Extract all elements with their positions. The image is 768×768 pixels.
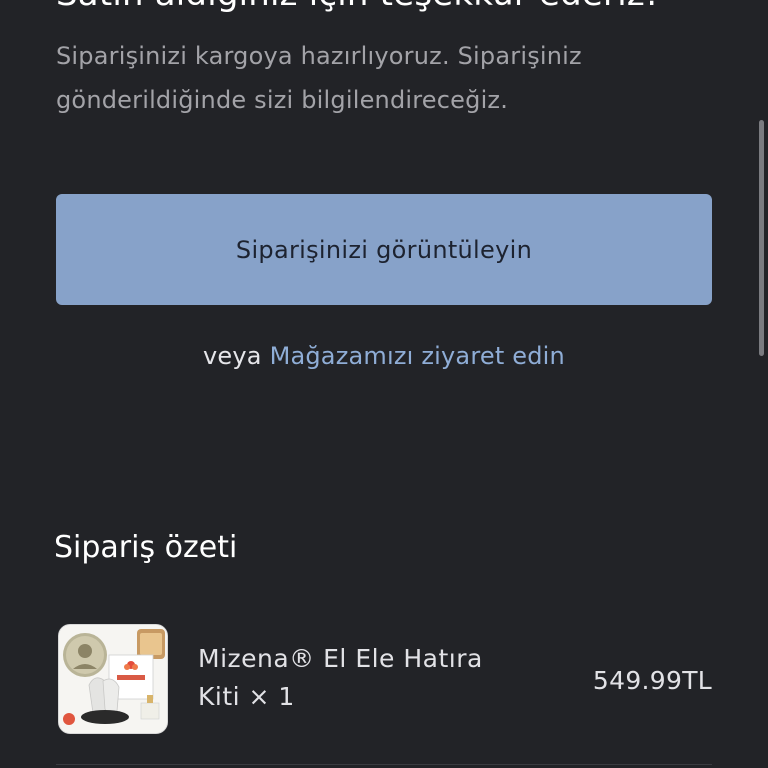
- alternate-action-line: veya Mağazamızı ziyaret edin: [0, 342, 768, 370]
- product-price: 549.99TL: [592, 666, 712, 695]
- or-text: veya: [203, 342, 262, 370]
- order-confirmation-page: Satın aldığınız için teşekkür ederiz! Si…: [0, 0, 768, 768]
- view-order-button[interactable]: Siparişinizi görüntüleyin: [56, 194, 712, 305]
- order-summary-title: Sipariş özeti: [54, 530, 238, 565]
- scrollbar[interactable]: [759, 120, 764, 356]
- summary-divider: [56, 764, 712, 765]
- product-image-icon: [59, 625, 167, 733]
- product-thumbnail: [58, 624, 168, 734]
- product-name: Mizena® El Ele Hatıra Kiti × 1: [198, 644, 483, 711]
- thank-you-heading: Satın aldığınız için teşekkür ederiz!: [56, 0, 659, 14]
- order-line-item: Mizena® El Ele Hatıra Kiti × 1 549.99TL: [56, 622, 712, 738]
- visit-store-link[interactable]: Mağazamızı ziyaret edin: [270, 342, 565, 370]
- shipping-message: Siparişinizi kargoya hazırlıyoruz. Sipar…: [56, 42, 582, 114]
